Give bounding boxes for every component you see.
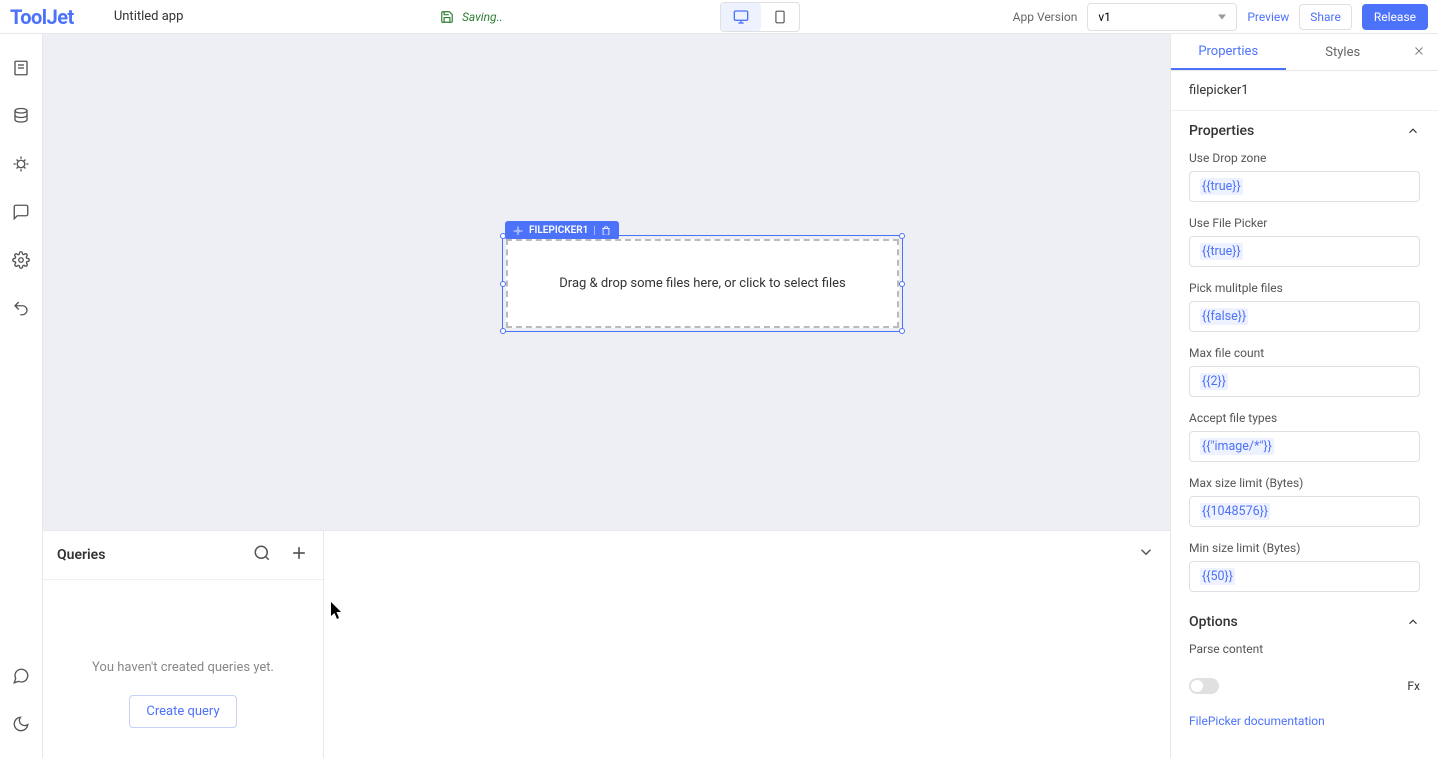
resize-handle[interactable] [899,281,905,287]
topbar-left: ToolJet Untitled app [10,5,183,29]
section-label: Properties [1189,123,1254,139]
prop-input[interactable]: {{50}} [1189,561,1420,592]
chevron-up-icon [1406,124,1420,138]
version-value: v1 [1098,10,1111,24]
prop-input[interactable]: {{true}} [1189,236,1420,267]
mobile-view-button[interactable] [761,3,799,31]
topbar: ToolJet Untitled app Saving.. App Versio… [0,0,1438,34]
device-toggle [720,2,800,32]
inspector-tabs: Properties Styles [1171,34,1438,71]
chevron-up-icon [1406,615,1420,629]
prop-label: Max size limit (Bytes) [1189,476,1420,490]
section-options[interactable]: Options [1171,602,1438,638]
prop-use-drop-zone: Use Drop zone {{true}} [1171,147,1438,212]
chat-icon[interactable] [0,652,43,700]
prop-label: Accept file types [1189,411,1420,425]
prop-use-file-picker: Use File Picker {{true}} [1171,212,1438,277]
documentation-link[interactable]: FilePicker documentation [1171,700,1438,742]
release-button[interactable]: Release [1362,4,1428,30]
prop-max-file-count: Max file count {{2}} [1171,342,1438,407]
dark-mode-icon[interactable] [0,700,43,748]
prop-pick-multiple: Pick mulitple files {{false}} [1171,277,1438,342]
share-button[interactable]: Share [1299,4,1352,30]
topbar-right: App Version v1 Preview Share Release [1013,3,1428,31]
prop-input[interactable]: {{1048576}} [1189,496,1420,527]
prop-label: Min size limit (Bytes) [1189,541,1420,555]
pages-icon[interactable] [0,44,43,92]
leftbar-bottom [0,652,43,748]
add-query-icon[interactable] [289,543,309,567]
logo[interactable]: ToolJet [10,5,74,29]
app-name[interactable]: Untitled app [114,9,184,24]
queries-title: Queries [57,547,105,563]
comment-icon[interactable] [0,188,43,236]
resize-handle[interactable] [899,328,905,334]
fx-button[interactable]: Fx [1407,679,1420,693]
save-icon [440,10,454,24]
save-status: Saving.. [440,10,503,24]
trash-icon[interactable] [601,226,611,236]
undo-icon[interactable] [0,284,43,332]
datasource-icon[interactable] [0,92,43,140]
version-label: App Version [1013,10,1078,24]
close-inspector-icon[interactable] [1400,43,1438,62]
query-header-icons [253,543,309,567]
preview-button[interactable]: Preview [1247,10,1289,24]
save-text: Saving.. [462,10,503,24]
prop-input[interactable]: {{"image/*"}} [1189,431,1420,462]
prop-input[interactable]: {{false}} [1189,301,1420,332]
debug-icon[interactable] [0,140,43,188]
component-badge-label: FILEPICKER1 [529,225,588,236]
search-icon[interactable] [253,544,271,566]
collapse-icon[interactable] [1137,543,1155,565]
component-badge[interactable]: FILEPICKER1 [505,221,619,240]
parse-content-toggle-row: Fx [1171,672,1438,700]
section-properties[interactable]: Properties [1171,111,1438,147]
prop-parse-content: Parse content [1171,638,1438,672]
filepicker-component[interactable]: Drag & drop some files here, or click to… [506,239,899,328]
prop-input[interactable]: {{2}} [1189,366,1420,397]
prop-label: Parse content [1189,642,1420,656]
mobile-icon [773,10,787,24]
query-header: Queries [43,531,323,580]
create-query-button[interactable]: Create query [129,695,236,728]
version-select[interactable]: v1 [1087,3,1237,31]
query-panel: Queries You haven't created queries yet.… [43,530,1170,758]
badge-divider [594,226,595,236]
prop-label: Max file count [1189,346,1420,360]
inspector-panel: Properties Styles filepicker1 Properties… [1170,34,1438,758]
gear-icon [513,226,523,236]
resize-handle[interactable] [899,233,905,239]
query-sidebar: Queries You haven't created queries yet.… [43,531,324,758]
toggle-switch[interactable] [1189,678,1219,694]
query-main [324,531,1170,758]
resize-handle[interactable] [500,328,506,334]
prop-label: Pick mulitple files [1189,281,1420,295]
desktop-view-button[interactable] [721,3,761,31]
tab-properties[interactable]: Properties [1171,35,1286,70]
prop-label: Use File Picker [1189,216,1420,230]
tab-styles[interactable]: Styles [1286,36,1401,69]
prop-label: Use Drop zone [1189,151,1420,165]
settings-icon[interactable] [0,236,43,284]
canvas[interactable]: FILEPICKER1 Drag & drop some files here,… [43,34,1170,530]
component-name[interactable]: filepicker1 [1171,71,1438,111]
prop-max-size: Max size limit (Bytes) {{1048576}} [1171,472,1438,537]
desktop-icon [733,9,749,25]
query-empty: You haven't created queries yet. Create … [43,580,323,758]
left-sidebar [0,34,43,758]
query-empty-text: You haven't created queries yet. [92,660,274,675]
section-label: Options [1189,614,1238,630]
prop-min-size: Min size limit (Bytes) {{50}} [1171,537,1438,602]
prop-accept-types: Accept file types {{"image/*"}} [1171,407,1438,472]
prop-input[interactable]: {{true}} [1189,171,1420,202]
filepicker-text: Drag & drop some files here, or click to… [559,276,845,291]
